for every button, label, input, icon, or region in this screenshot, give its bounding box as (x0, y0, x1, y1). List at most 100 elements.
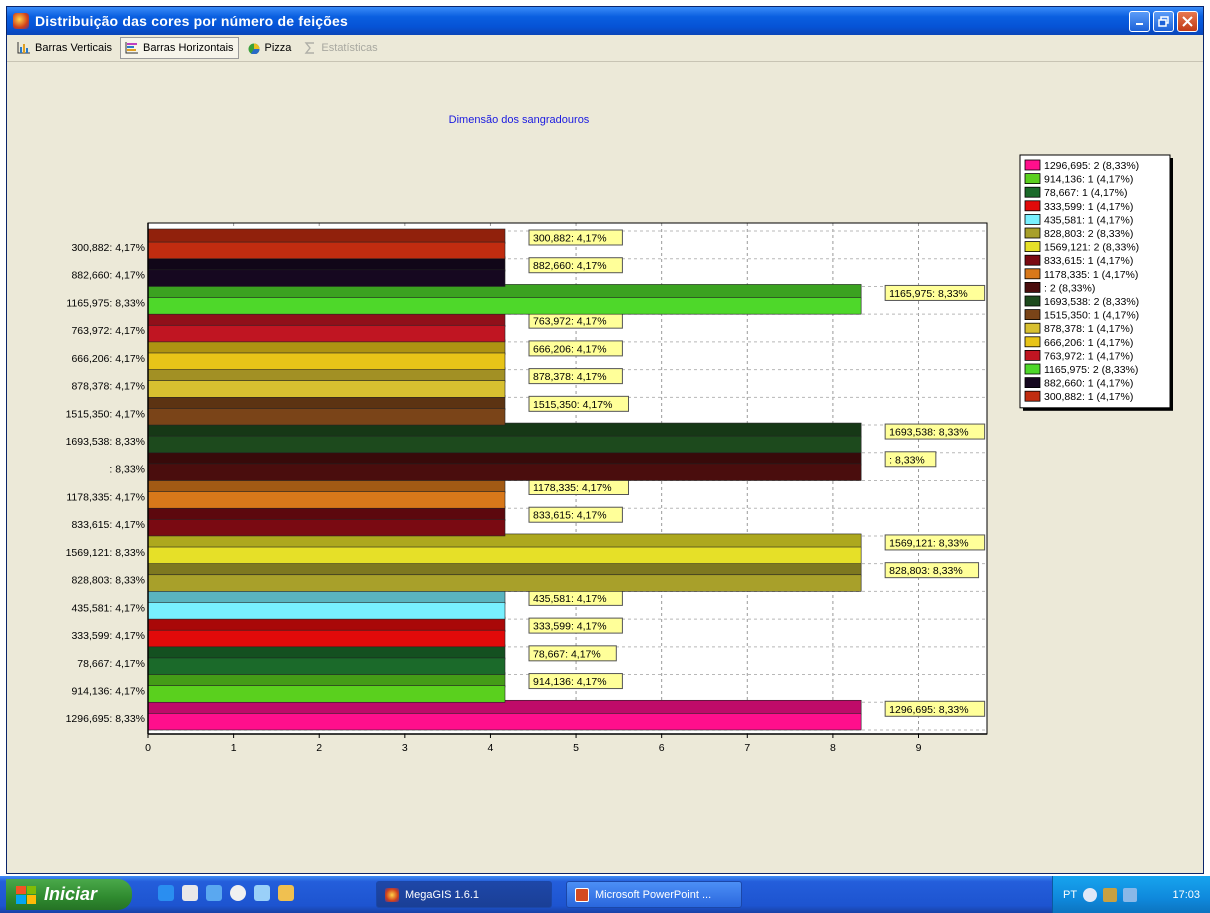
category-tick-label: 1178,335: 4,17% (66, 491, 145, 503)
network-icon[interactable] (1103, 887, 1118, 902)
category-tick-label: 1569,121: 8,33% (66, 547, 145, 559)
bar (147, 408, 506, 426)
data-label: 666,206: 4,17% (533, 343, 607, 355)
x-tick-label: 8 (830, 742, 836, 754)
quick-launch (158, 885, 294, 901)
taskbar-item-megagis[interactable]: MegaGIS 1.6.1 (376, 881, 552, 908)
tab-barras-horizontais[interactable]: Barras Horizontais (120, 37, 239, 59)
x-tick-label: 3 (402, 742, 408, 754)
x-tick-label: 6 (659, 742, 665, 754)
start-label: Iniciar (44, 884, 98, 904)
legend-swatch (1024, 241, 1041, 253)
legend-swatch (1024, 200, 1041, 212)
browser-icon[interactable] (206, 885, 222, 901)
minimize-icon (1135, 23, 1143, 25)
legend-swatch (1024, 336, 1041, 348)
tab-label: Barras Horizontais (143, 42, 234, 54)
bar-group (147, 561, 862, 592)
legend-swatch (1024, 309, 1041, 321)
bar-group (147, 339, 506, 370)
windows-logo-icon (16, 885, 36, 904)
tab-barras-verticais[interactable]: Barras Verticais (13, 37, 116, 59)
bar (147, 435, 862, 454)
taskbar-item-powerpoint[interactable]: Microsoft PowerPoint ... (566, 881, 742, 908)
legend-entry: 333,599: 1 (4,17%) (1044, 201, 1133, 213)
bar-group (147, 228, 506, 260)
bar (147, 546, 862, 564)
bar (147, 463, 862, 481)
legend-swatch (1024, 159, 1041, 171)
security-icon[interactable] (1123, 887, 1138, 902)
chart-area: Dimensão dos sangradouros 1296,695: 8,33%… (7, 62, 1203, 873)
restore-button[interactable] (1153, 10, 1174, 32)
bar-group (147, 311, 506, 343)
bar-group (147, 533, 862, 564)
horizontal-bar-chart: Dimensão dos sangradouros 1296,695: 8,33%… (66, 114, 1173, 754)
taskbar: Iniciar MegaGIS 1.6.1 Microsoft PowerPoi… (0, 876, 1210, 913)
legend-swatch (1024, 281, 1041, 293)
minimize-button[interactable] (1129, 10, 1150, 32)
megagis-icon (385, 887, 399, 902)
x-tick-label: 9 (916, 742, 922, 754)
data-label: 435,581: 4,17% (533, 593, 607, 605)
category-tick-label: 435,581: 4,17% (71, 602, 145, 614)
media-player-icon[interactable] (182, 885, 198, 901)
bar-chart-vertical-icon (17, 42, 30, 54)
data-label: 828,803: 8,33% (889, 565, 963, 577)
data-label: 78,667: 4,17% (533, 648, 601, 660)
bar-group (147, 644, 506, 675)
tray-arrow-icon[interactable] (1083, 887, 1098, 902)
legend-entry: 882,660: 1 (4,17%) (1044, 378, 1133, 390)
legend-entry: 1515,350: 1 (4,17%) (1044, 310, 1139, 322)
legend-entry: 833,615: 1 (4,17%) (1044, 255, 1133, 267)
close-icon (1182, 15, 1193, 27)
bar-group (147, 256, 506, 287)
internet-explorer-icon[interactable] (158, 885, 174, 901)
messenger-icon[interactable] (254, 885, 270, 901)
data-label: 1165,975: 8,33% (889, 288, 968, 300)
category-tick-label: 300,882: 4,17% (71, 242, 145, 254)
chart-title: Dimensão dos sangradouros (449, 114, 590, 126)
legend-swatch (1024, 186, 1041, 198)
bar (147, 602, 506, 620)
category-tick-label: 1296,695: 8,33% (66, 713, 145, 725)
tab-estatisticas[interactable]: Estatísticas (299, 37, 381, 59)
x-tick-label: 5 (573, 742, 579, 754)
bar (147, 685, 506, 703)
legend-swatch (1024, 363, 1041, 375)
data-label: 833,615: 4,17% (533, 510, 607, 522)
task-label: MegaGIS 1.6.1 (405, 888, 479, 901)
close-button[interactable] (1177, 10, 1198, 32)
category-tick-label: 1515,350: 4,17% (66, 408, 145, 420)
bar-group (147, 699, 862, 731)
legend-swatch (1024, 390, 1041, 402)
language-indicator[interactable]: PT (1063, 889, 1077, 901)
category-tick-label: 878,378: 4,17% (71, 381, 145, 393)
legend-swatch (1024, 227, 1041, 239)
folder-icon[interactable] (278, 885, 294, 901)
tab-label: Barras Verticais (35, 42, 113, 54)
bar (147, 574, 862, 592)
category-tick-label: 914,136: 4,17% (71, 686, 145, 698)
category-tick-label: 828,803: 8,33% (71, 575, 145, 587)
legend-swatch (1024, 322, 1041, 334)
bar-group (147, 589, 506, 620)
chart-window: Distribuição das cores por número de fei… (6, 6, 1204, 874)
tab-pizza[interactable]: Pizza (243, 37, 296, 59)
tab-label: Pizza (264, 42, 292, 54)
data-label: 1296,695: 8,33% (889, 704, 968, 716)
restore-icon (1158, 15, 1169, 27)
legend-entry: 763,972: 1 (4,17%) (1044, 350, 1133, 362)
bar-group (147, 422, 862, 454)
start-button[interactable]: Iniciar (6, 879, 132, 910)
cd-icon[interactable] (230, 885, 246, 901)
window-title: Distribuição das cores por número de fei… (35, 13, 348, 29)
bar (147, 657, 506, 675)
bar-group (147, 367, 506, 398)
bar (147, 269, 506, 287)
data-label: 300,882: 4,17% (533, 233, 607, 245)
title-bar[interactable]: Distribuição das cores por número de fei… (7, 7, 1203, 35)
legend-swatch (1024, 213, 1041, 225)
data-label: 1569,121: 8,33% (889, 537, 968, 549)
legend-entry: 666,206: 1 (4,17%) (1044, 337, 1133, 349)
